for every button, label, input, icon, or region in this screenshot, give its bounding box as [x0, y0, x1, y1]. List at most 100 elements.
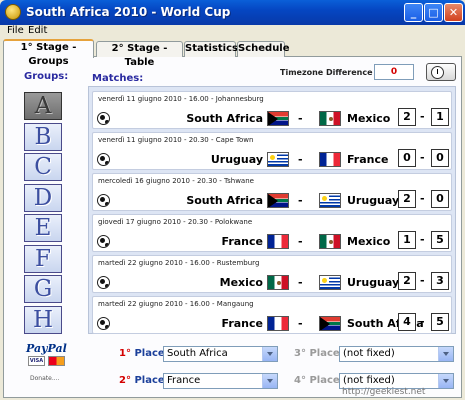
away-score-input[interactable]: 1: [431, 108, 449, 126]
soccer-ball-icon: [97, 317, 110, 330]
away-team: Uruguay: [347, 276, 400, 289]
mexico-flag-icon: [319, 111, 341, 126]
chevron-down-icon[interactable]: [438, 374, 453, 388]
match-row: venerdì 11 giugno 2010 - 16.00 - Johanne…: [92, 91, 452, 129]
chevron-down-icon[interactable]: [262, 374, 277, 388]
score-dash: -: [420, 315, 425, 328]
soccer-ball-icon: [97, 194, 110, 207]
uruguay-flag-icon: [319, 275, 341, 290]
home-score-input[interactable]: 2: [398, 108, 416, 126]
group-h-button[interactable]: H: [24, 306, 62, 334]
place-number: 3°: [294, 348, 306, 359]
first-place-label: 1° Place:: [119, 348, 169, 359]
score-dash: -: [420, 274, 425, 287]
menu-file[interactable]: File: [7, 25, 24, 36]
away-score-input[interactable]: 5: [431, 231, 449, 249]
match-date: venerdì 11 giugno 2010 - 20.30 - Cape To…: [98, 136, 254, 144]
match-row: martedì 22 giugno 2010 - 16.00 - Mangaun…: [92, 296, 452, 334]
third-place-select[interactable]: (not fixed): [339, 346, 454, 362]
soccer-ball-icon: [97, 153, 110, 166]
vs-dash: -: [298, 235, 303, 248]
away-team: Mexico: [347, 112, 391, 125]
paypal-donate-button[interactable]: PayPal VISA: [24, 342, 70, 370]
home-score-input[interactable]: 0: [398, 149, 416, 167]
south-africa-flag-icon: [319, 316, 341, 331]
chevron-down-icon[interactable]: [262, 347, 277, 361]
vs-dash: -: [298, 276, 303, 289]
group-b-button[interactable]: B: [24, 123, 62, 151]
score-dash: -: [420, 151, 425, 164]
menu-bar: File Edit: [0, 25, 465, 39]
france-flag-icon: [267, 316, 289, 331]
vs-dash: -: [298, 194, 303, 207]
maximize-button[interactable]: □: [424, 3, 443, 22]
away-team: France: [347, 153, 389, 166]
soccer-ball-icon: [97, 276, 110, 289]
tab-statistics[interactable]: Statistics: [184, 41, 238, 57]
home-score-input[interactable]: 2: [398, 190, 416, 208]
second-place-value: France: [167, 375, 201, 386]
away-score-input[interactable]: 3: [431, 272, 449, 290]
first-place-select[interactable]: South Africa: [163, 346, 278, 362]
credit-cards-icon: VISA: [28, 356, 66, 366]
fourth-place-label: 4° Place:: [294, 375, 344, 386]
away-score-input[interactable]: 5: [431, 313, 449, 331]
fourth-place-value: (not fixed): [343, 375, 395, 386]
home-score-input[interactable]: 4: [398, 313, 416, 331]
group-e-button[interactable]: E: [24, 214, 62, 242]
home-score-input[interactable]: 1: [398, 231, 416, 249]
first-place-value: South Africa: [167, 348, 228, 359]
group-a-button[interactable]: A: [24, 92, 62, 120]
mastercard-icon: [48, 356, 65, 366]
away-score-input[interactable]: 0: [431, 190, 449, 208]
timezone-apply-button[interactable]: [426, 63, 456, 81]
uruguay-flag-icon: [267, 152, 289, 167]
menu-edit[interactable]: Edit: [28, 25, 47, 36]
place-number: 4°: [294, 375, 306, 386]
group-d-button[interactable]: D: [24, 184, 62, 212]
soccer-ball-icon: [97, 112, 110, 125]
france-flag-icon: [267, 234, 289, 249]
group-g-button[interactable]: G: [24, 275, 62, 303]
donate-label: Donate....: [30, 375, 60, 382]
home-team: Uruguay: [210, 153, 263, 166]
place-number: 2°: [119, 375, 131, 386]
home-team: South Africa: [186, 194, 263, 207]
chevron-down-icon[interactable]: [438, 347, 453, 361]
south-africa-flag-icon: [267, 193, 289, 208]
match-date: giovedì 17 giugno 2010 - 20.30 - Polokwa…: [98, 218, 253, 226]
home-team: France: [221, 317, 263, 330]
uruguay-flag-icon: [319, 193, 341, 208]
tab-groups[interactable]: 1° Stage - Groups: [3, 39, 94, 67]
tab-schedule[interactable]: Schedule: [237, 41, 290, 57]
match-date: venerdì 11 giugno 2010 - 16.00 - Johanne…: [98, 95, 264, 103]
score-dash: -: [420, 233, 425, 246]
vs-dash: -: [298, 317, 303, 330]
second-place-select[interactable]: France: [163, 373, 278, 389]
group-f-button[interactable]: F: [24, 245, 62, 273]
close-button[interactable]: ✕: [444, 3, 463, 22]
clock-icon: [431, 66, 444, 79]
france-flag-icon: [319, 152, 341, 167]
match-row: mercoledì 16 giugno 2010 - 20.30 - Tshwa…: [92, 173, 452, 211]
watermark-text: http://geekiest.net: [342, 387, 426, 397]
visa-card-icon: VISA: [28, 356, 45, 366]
score-dash: -: [420, 192, 425, 205]
timezone-input[interactable]: 0: [374, 64, 414, 80]
minimize-button[interactable]: _: [404, 3, 423, 22]
place-number: 1°: [119, 348, 131, 359]
window-title: South Africa 2010 - World Cup: [26, 5, 231, 19]
match-date: martedì 22 giugno 2010 - 16.00 - Rustemb…: [98, 259, 260, 267]
soccer-ball-icon: [97, 235, 110, 248]
match-row: martedì 22 giugno 2010 - 16.00 - Rustemb…: [92, 255, 452, 293]
mexico-flag-icon: [267, 275, 289, 290]
vs-dash: -: [298, 112, 303, 125]
home-score-input[interactable]: 2: [398, 272, 416, 290]
vs-dash: -: [298, 153, 303, 166]
match-row: giovedì 17 giugno 2010 - 20.30 - Polokwa…: [92, 214, 452, 252]
tab-table[interactable]: 2° Stage - Table: [96, 41, 183, 68]
match-date: martedì 22 giugno 2010 - 16.00 - Mangaun…: [98, 300, 254, 308]
mexico-flag-icon: [319, 234, 341, 249]
away-score-input[interactable]: 0: [431, 149, 449, 167]
group-c-button[interactable]: C: [24, 153, 62, 181]
